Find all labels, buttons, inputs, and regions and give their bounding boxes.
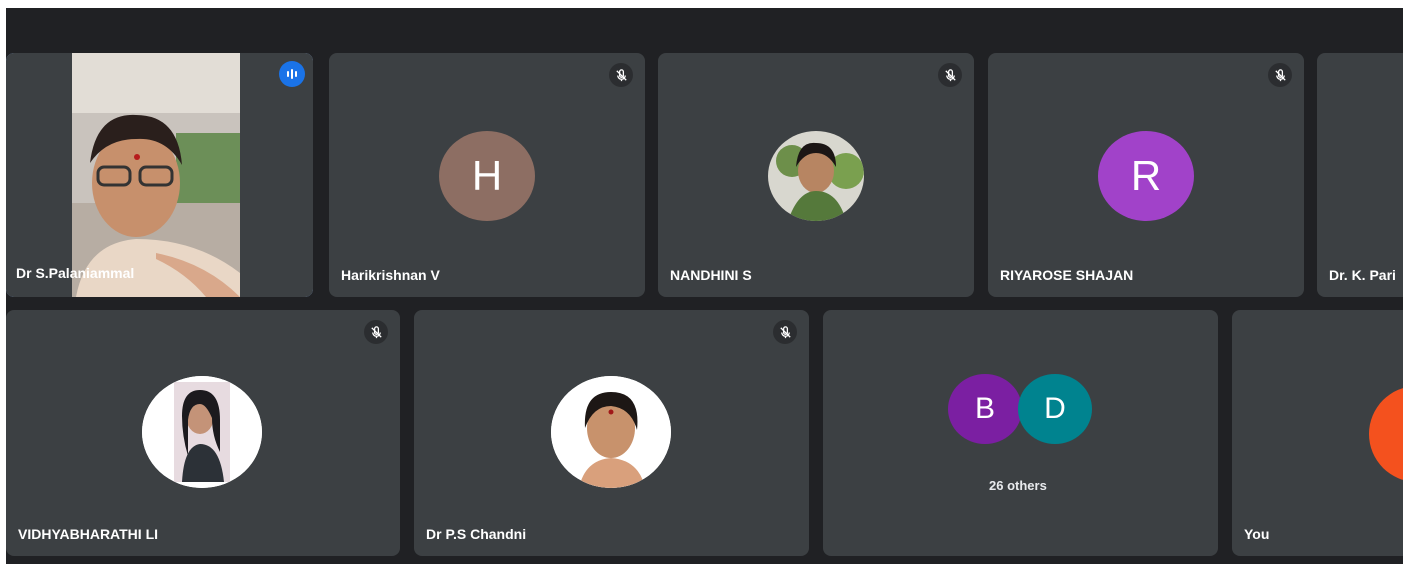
participant-video — [6, 53, 313, 297]
participant-tile-you[interactable]: You — [1232, 310, 1403, 556]
mic-off-icon — [364, 320, 388, 344]
participant-name: VIDHYABHARATHI LI — [18, 526, 159, 542]
participant-tile-palaniammal[interactable]: Dr S.Palaniammal — [6, 53, 313, 297]
avatar — [768, 131, 864, 221]
participant-name: Dr S.Palaniammal — [16, 265, 135, 281]
participant-tile-riyarose[interactable]: R RIYAROSE SHAJAN — [988, 53, 1304, 297]
others-count: 26 others — [989, 478, 1047, 493]
avatar: H — [439, 131, 535, 221]
avatar — [142, 376, 262, 488]
participant-tile-vidhyabharathi[interactable]: VIDHYABHARATHI LI — [6, 310, 400, 556]
participant-tile-pari[interactable]: Dr. K. Pari — [1317, 53, 1403, 297]
participant-name: NANDHINI S — [670, 267, 752, 283]
participant-name: RIYAROSE SHAJAN — [1000, 267, 1134, 283]
audio-bars-icon — [287, 69, 297, 79]
participant-name: You — [1244, 526, 1270, 542]
participant-tile-harikrishnan[interactable]: H Harikrishnan V — [329, 53, 645, 297]
avatar — [551, 376, 671, 488]
mic-off-icon — [1268, 63, 1292, 87]
avatar-d: D — [1018, 374, 1092, 444]
participant-tile-nandhini[interactable]: NANDHINI S — [658, 53, 974, 297]
avatar-b: B — [948, 374, 1022, 444]
mic-off-icon — [609, 63, 633, 87]
participant-tile-chandni[interactable]: Dr P.S Chandni — [414, 310, 809, 556]
mic-off-icon — [938, 63, 962, 87]
avatar: R — [1098, 131, 1194, 221]
meeting-grid: Dr S.Palaniammal H Harikrishnan V NANDHI… — [6, 8, 1403, 564]
participant-name: Harikrishnan V — [341, 267, 440, 283]
participant-name: Dr. K. Pari — [1329, 267, 1396, 283]
participant-name: Dr P.S Chandni — [426, 526, 527, 542]
others-tile[interactable]: B D 26 others — [823, 310, 1218, 556]
speaking-indicator — [279, 61, 305, 87]
avatar — [1369, 386, 1403, 482]
mic-off-icon — [773, 320, 797, 344]
